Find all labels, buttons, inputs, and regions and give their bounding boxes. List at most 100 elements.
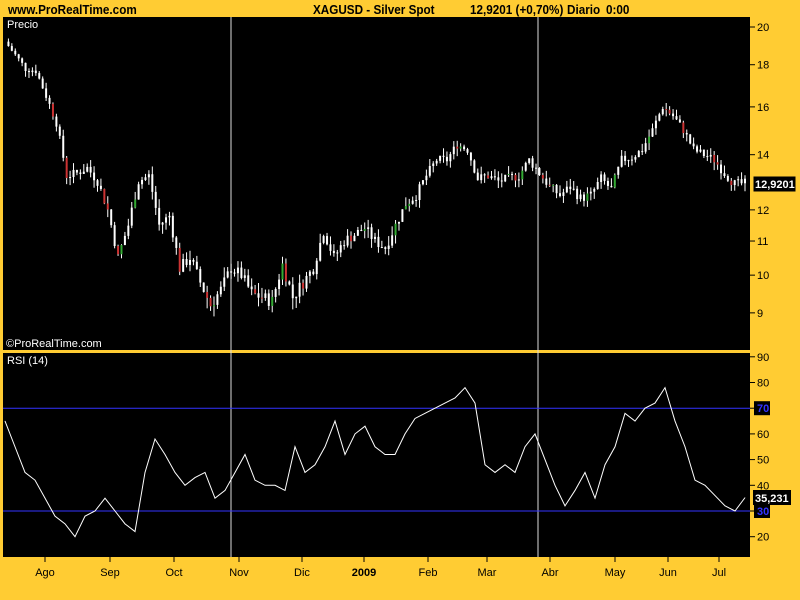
rsi-point <box>634 420 636 422</box>
price-title: Precio <box>7 19 38 31</box>
rsi-point <box>284 490 286 491</box>
candle-body <box>606 180 609 186</box>
candle-body <box>538 168 541 176</box>
rsi-point <box>394 454 396 455</box>
candle-body <box>274 289 277 297</box>
candle-body <box>624 155 627 161</box>
candle-body <box>394 223 397 236</box>
candle-body <box>620 155 623 167</box>
candle-body <box>593 188 596 192</box>
rsi-tick-label: 50 <box>757 455 769 467</box>
candle-body <box>535 167 538 169</box>
candle-body <box>651 128 654 137</box>
rsi-point <box>94 510 96 512</box>
candle-body <box>233 272 236 274</box>
candle-body <box>254 289 257 294</box>
candle-body <box>377 236 380 248</box>
candle-body <box>89 166 92 173</box>
candle-body <box>706 156 709 158</box>
candle-body <box>397 221 400 224</box>
candle-body <box>171 215 174 238</box>
candle-body <box>404 206 407 210</box>
candle-body <box>123 235 126 246</box>
price-tick-label: 14 <box>757 150 769 162</box>
rsi-point <box>384 454 386 455</box>
candle-body <box>370 227 373 239</box>
x-tick-label: Dic <box>294 567 310 579</box>
candle-body <box>267 293 270 306</box>
candle-body <box>343 245 346 247</box>
rsi-point <box>74 536 76 537</box>
candle-body <box>38 73 41 79</box>
candle-body <box>72 169 75 178</box>
rsi-point <box>474 402 476 404</box>
rsi-point <box>124 523 126 525</box>
candle-body <box>696 146 699 152</box>
candle-body <box>236 267 239 274</box>
x-tick-label: Mar <box>478 567 497 579</box>
rsi-point <box>324 446 326 448</box>
candle-body <box>483 174 486 176</box>
rsi-point <box>214 497 216 499</box>
candle-body <box>699 149 702 152</box>
candle-body <box>449 154 452 162</box>
candle-body <box>226 271 229 278</box>
rsi-point <box>484 464 486 466</box>
candle-body <box>665 109 668 111</box>
candle-body <box>689 134 692 144</box>
rsi-point <box>104 497 106 499</box>
candle-body <box>555 184 558 194</box>
rsi-point <box>614 446 616 448</box>
rsi-point <box>464 387 466 388</box>
candle-body <box>582 194 585 201</box>
candle-body <box>648 136 651 144</box>
candle-body <box>295 296 298 299</box>
rsi-point <box>114 510 116 512</box>
rsi-point <box>274 485 276 486</box>
candle-body <box>178 247 181 272</box>
candle-body <box>428 166 431 176</box>
candle-body <box>93 172 96 181</box>
candle-body <box>661 109 664 115</box>
candle-body <box>24 62 27 72</box>
candle-body <box>384 247 387 249</box>
rsi-point <box>744 497 746 498</box>
candle-body <box>716 162 719 165</box>
candle-body <box>641 151 644 153</box>
rsi-point <box>524 446 526 448</box>
candle-body <box>312 271 315 275</box>
rsi-point <box>164 454 166 455</box>
rsi-point <box>44 497 46 499</box>
candle-body <box>374 236 376 239</box>
rsi-point <box>24 472 26 473</box>
rsi-title: RSI (14) <box>7 355 48 367</box>
candle-body <box>45 88 48 98</box>
candle-body <box>353 235 356 242</box>
chart[interactable]: 9101112141618202030405060708090Ago Sep Oct… <box>0 0 800 600</box>
rsi-point <box>84 515 86 517</box>
candle-body <box>740 179 743 184</box>
candle-body <box>350 235 353 242</box>
rsi-point <box>694 479 696 481</box>
candle-body <box>713 154 716 163</box>
candle-body <box>137 184 140 200</box>
rsi-point <box>444 402 446 404</box>
candle-body <box>113 225 116 247</box>
candle-body <box>189 260 191 265</box>
candle-body <box>439 155 442 161</box>
candle-body <box>586 193 589 201</box>
price-tick-label: 12 <box>757 205 769 217</box>
candle-body <box>709 154 712 157</box>
candle-body <box>668 109 671 114</box>
candle-body <box>644 143 647 152</box>
candle-body <box>425 175 428 181</box>
candle-body <box>168 215 171 218</box>
candle-body <box>58 126 61 136</box>
rsi-point <box>574 490 576 491</box>
x-tick-label: Jun <box>659 567 677 579</box>
rsi-point <box>654 402 656 404</box>
candle-body <box>264 293 267 298</box>
rsi-point <box>514 472 516 473</box>
candle-body <box>332 250 335 254</box>
candle-body <box>531 158 534 168</box>
